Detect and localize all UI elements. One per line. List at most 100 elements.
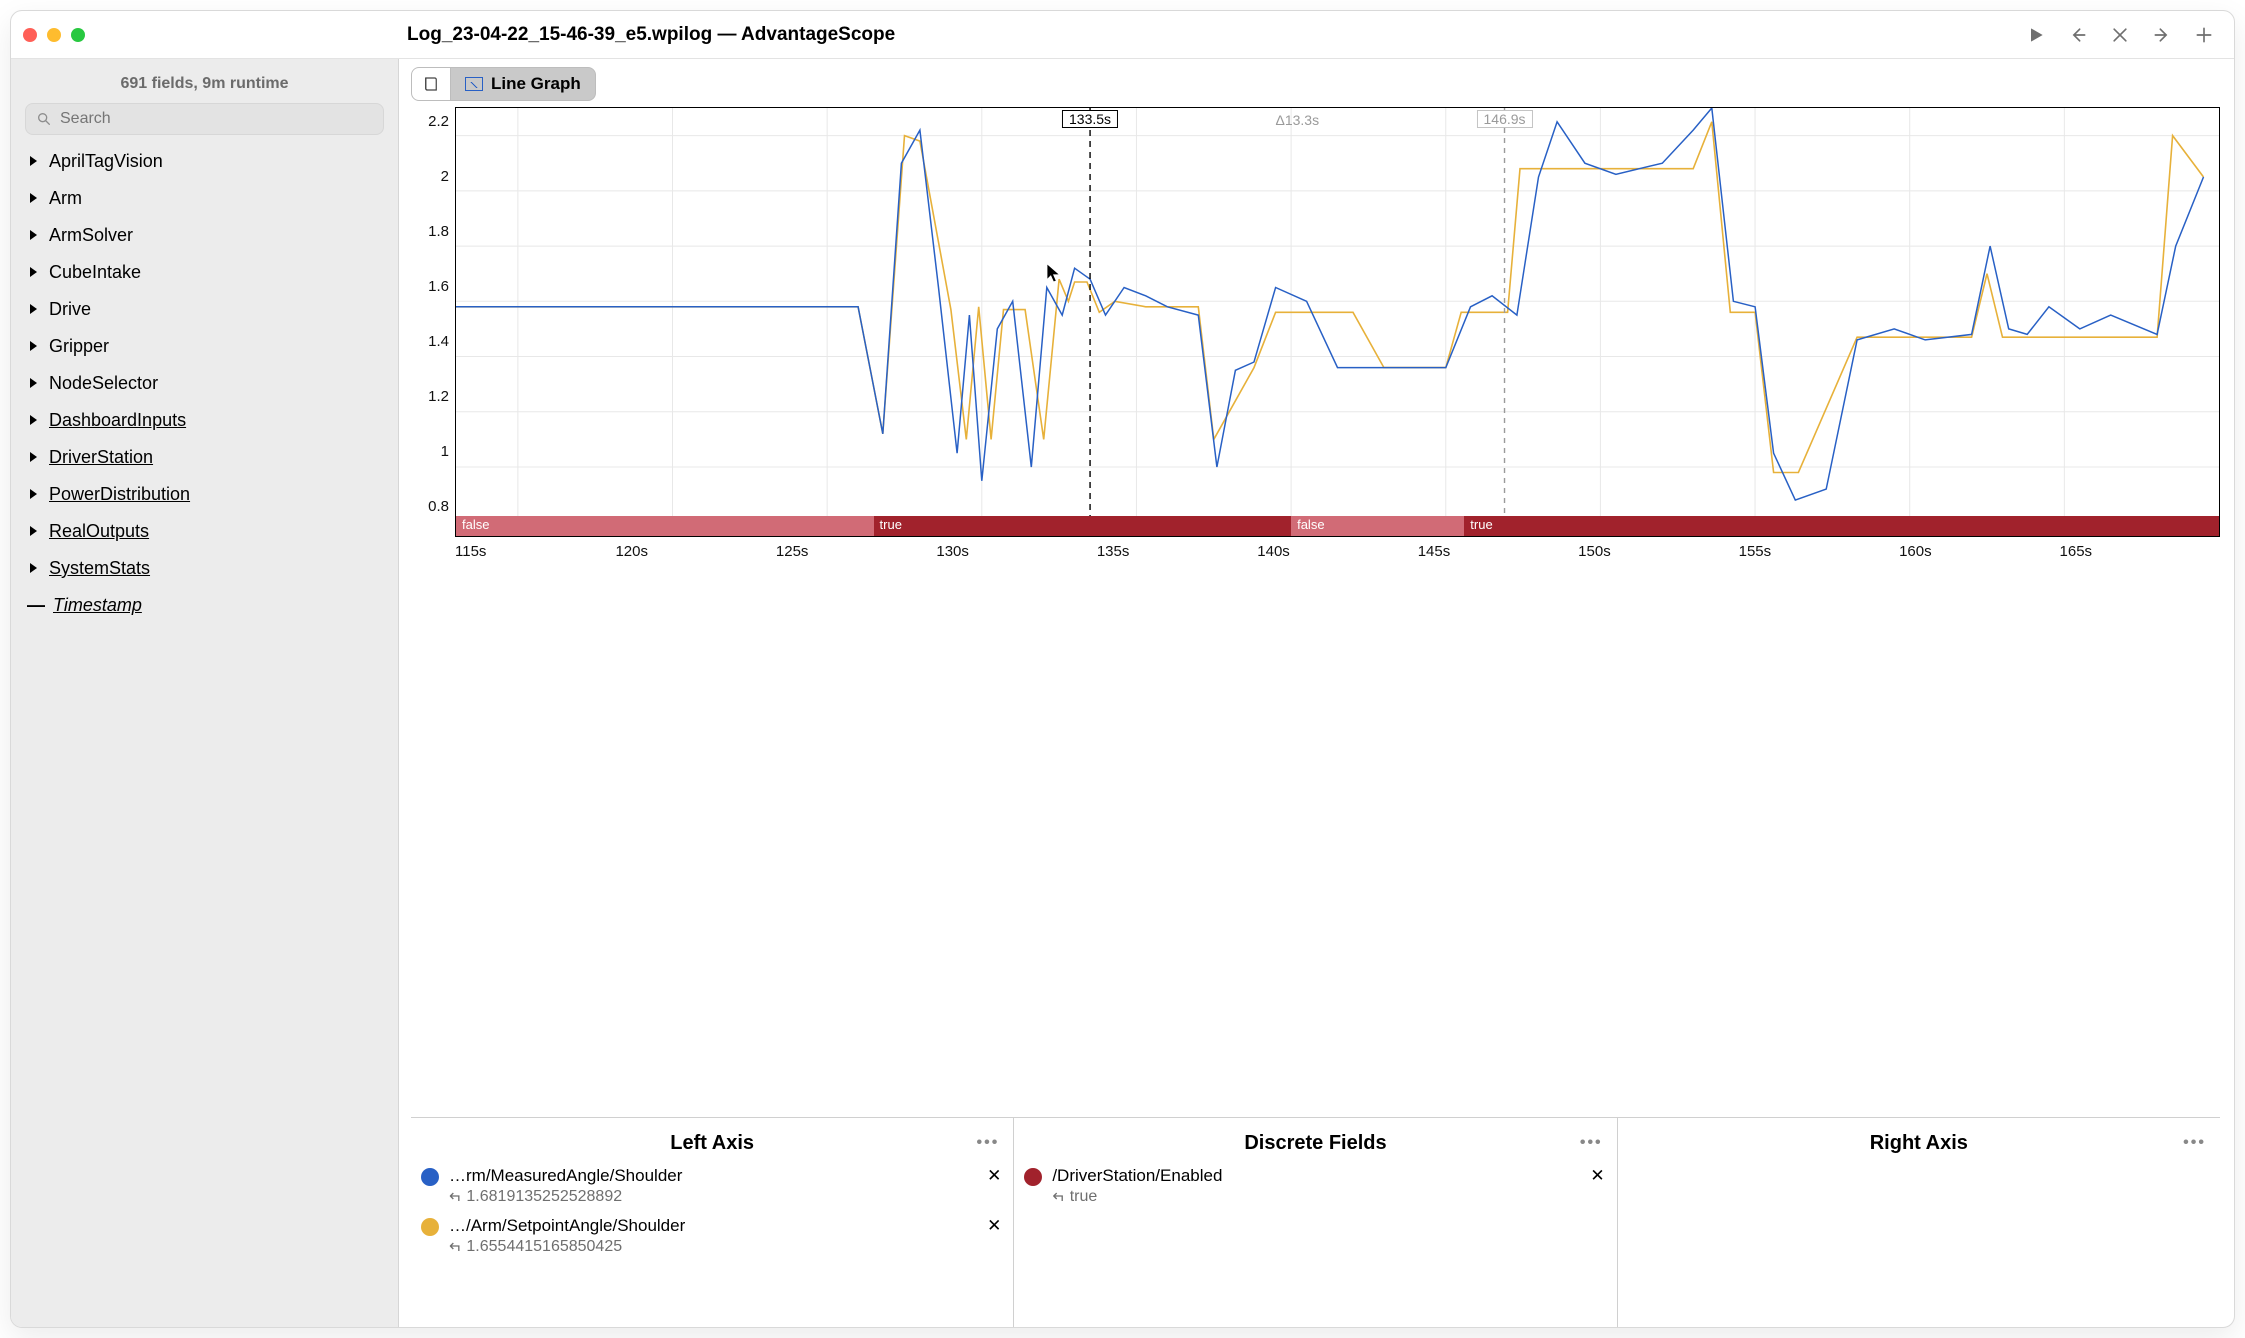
legend-name: …rm/MeasuredAngle/Shoulder bbox=[449, 1166, 975, 1186]
sidebar-item-drive[interactable]: Drive bbox=[25, 293, 384, 326]
sidebar-item-label: Gripper bbox=[49, 336, 109, 357]
sidebar-item-apriltagvision[interactable]: AprilTagVision bbox=[25, 145, 384, 178]
search-input[interactable] bbox=[60, 110, 373, 128]
discrete-segment: false bbox=[456, 516, 874, 536]
panel-discrete: Discrete Fields ••• /DriverStation/Enabl… bbox=[1014, 1118, 1617, 1327]
close-window-button[interactable] bbox=[23, 28, 37, 42]
x-tick: 120s bbox=[615, 543, 775, 560]
y-tick: 2.2 bbox=[428, 113, 449, 130]
x-tick: 155s bbox=[1739, 543, 1899, 560]
close-tab-button[interactable] bbox=[2110, 25, 2130, 45]
cursor-delta-label: Δ13.3s bbox=[1275, 112, 1319, 128]
cursor-secondary-label: 146.9s bbox=[1476, 110, 1532, 128]
caret-right-icon bbox=[27, 192, 39, 204]
x-tick: 150s bbox=[1578, 543, 1738, 560]
sidebar-item-label: Timestamp bbox=[53, 595, 142, 616]
legend-name: …/Arm/SetpointAngle/Shoulder bbox=[449, 1216, 975, 1236]
minimize-window-button[interactable] bbox=[47, 28, 61, 42]
y-tick: 1.8 bbox=[428, 223, 449, 240]
sidebar-item-timestamp[interactable]: —Timestamp bbox=[25, 589, 384, 622]
legend-item[interactable]: /DriverStation/Enabled↵true ✕ bbox=[1024, 1166, 1606, 1206]
legend-item[interactable]: …rm/MeasuredAngle/Shoulder↵1.68191352525… bbox=[421, 1166, 1003, 1206]
sidebar-item-nodeselector[interactable]: NodeSelector bbox=[25, 367, 384, 400]
sidebar: 691 fields, 9m runtime AprilTagVisionArm… bbox=[11, 59, 399, 1327]
chart: 2.221.81.61.41.210.8 133.5s Δ13.3s 146.9… bbox=[411, 107, 2220, 1103]
sidebar-item-label: NodeSelector bbox=[49, 373, 158, 394]
close-icon bbox=[2110, 25, 2130, 45]
panel-more-button[interactable]: ••• bbox=[1580, 1134, 1603, 1152]
plot-svg bbox=[456, 108, 2219, 536]
zoom-window-button[interactable] bbox=[71, 28, 85, 42]
sidebar-item-label: Drive bbox=[49, 299, 91, 320]
play-button[interactable] bbox=[2026, 25, 2046, 45]
search-field[interactable] bbox=[25, 103, 384, 135]
forward-button[interactable] bbox=[2152, 25, 2172, 45]
sidebar-item-gripper[interactable]: Gripper bbox=[25, 330, 384, 363]
y-tick: 2 bbox=[441, 168, 449, 185]
sidebar-item-cubeintake[interactable]: CubeIntake bbox=[25, 256, 384, 289]
y-tick: 1.6 bbox=[428, 278, 449, 295]
x-tick: 160s bbox=[1899, 543, 2059, 560]
add-tab-button[interactable] bbox=[2194, 25, 2214, 45]
sidebar-item-arm[interactable]: Arm bbox=[25, 182, 384, 215]
sidebar-item-driverstation[interactable]: DriverStation bbox=[25, 441, 384, 474]
sidebar-item-label: SystemStats bbox=[49, 558, 150, 579]
panel-left-axis: Left Axis ••• …rm/MeasuredAngle/Shoulder… bbox=[411, 1118, 1014, 1327]
panel-more-button[interactable]: ••• bbox=[2183, 1134, 2206, 1152]
panel-title: Left Axis bbox=[670, 1132, 754, 1155]
arrow-left-icon bbox=[2068, 25, 2088, 45]
legend-remove-button[interactable]: ✕ bbox=[985, 1166, 1003, 1186]
x-axis: 115s120s125s130s135s140s145s150s155s160s… bbox=[411, 537, 2220, 560]
x-tick: 115s bbox=[455, 543, 615, 560]
panel-title: Right Axis bbox=[1870, 1132, 1968, 1155]
caret-right-icon bbox=[27, 525, 39, 537]
back-button[interactable] bbox=[2068, 25, 2088, 45]
x-tick: 130s bbox=[936, 543, 1096, 560]
x-tick: 140s bbox=[1257, 543, 1417, 560]
x-tick: 165s bbox=[2060, 543, 2220, 560]
titlebar: Log_23-04-22_15-46-39_e5.wpilog — Advant… bbox=[11, 11, 2234, 59]
legend-panels: Left Axis ••• …rm/MeasuredAngle/Shoulder… bbox=[411, 1117, 2220, 1327]
x-tick: 125s bbox=[776, 543, 936, 560]
sidebar-item-label: DriverStation bbox=[49, 447, 153, 468]
sidebar-item-powerdistribution[interactable]: PowerDistribution bbox=[25, 478, 384, 511]
main-area: Line Graph 2.221.81.61.41.210.8 133.5s Δ… bbox=[399, 59, 2234, 1327]
app-window: Log_23-04-22_15-46-39_e5.wpilog — Advant… bbox=[10, 10, 2235, 1328]
caret-right-icon bbox=[27, 266, 39, 278]
plot-area[interactable]: 133.5s Δ13.3s 146.9s falsetruefalsetrue bbox=[455, 107, 2220, 537]
panel-more-button[interactable]: ••• bbox=[977, 1134, 1000, 1152]
legend-item[interactable]: …/Arm/SetpointAngle/Shoulder↵1.655441516… bbox=[421, 1216, 1003, 1256]
tab-bar: Line Graph bbox=[411, 67, 2220, 101]
caret-right-icon bbox=[27, 562, 39, 574]
panel-right-axis: Right Axis ••• bbox=[1618, 1118, 2220, 1327]
caret-right-icon bbox=[27, 155, 39, 167]
sidebar-item-realoutputs[interactable]: RealOutputs bbox=[25, 515, 384, 548]
legend-remove-button[interactable]: ✕ bbox=[985, 1216, 1003, 1236]
field-tree: AprilTagVision Arm ArmSolver CubeIntake Driv… bbox=[25, 135, 384, 632]
caret-right-icon bbox=[27, 451, 39, 463]
caret-right-icon bbox=[27, 414, 39, 426]
tab-line-graph[interactable]: Line Graph bbox=[451, 67, 596, 101]
sidebar-item-armsolver[interactable]: ArmSolver bbox=[25, 219, 384, 252]
y-tick: 1.2 bbox=[428, 388, 449, 405]
caret-right-icon bbox=[27, 488, 39, 500]
sidebar-item-dashboardinputs[interactable]: DashboardInputs bbox=[25, 404, 384, 437]
y-axis: 2.221.81.61.41.210.8 bbox=[411, 107, 455, 537]
caret-right-icon bbox=[27, 377, 39, 389]
legend-value: ↵true bbox=[1052, 1186, 1578, 1206]
y-tick: 1.4 bbox=[428, 333, 449, 350]
y-tick: 1 bbox=[441, 443, 449, 460]
sidebar-item-systemstats[interactable]: SystemStats bbox=[25, 552, 384, 585]
legend-name: /DriverStation/Enabled bbox=[1052, 1166, 1578, 1186]
caret-right-icon bbox=[27, 340, 39, 352]
book-icon bbox=[422, 75, 440, 93]
plus-icon bbox=[2194, 25, 2214, 45]
legend-color-dot bbox=[1024, 1168, 1042, 1186]
sidebar-item-label: PowerDistribution bbox=[49, 484, 190, 505]
search-icon bbox=[36, 111, 52, 127]
line-graph-icon bbox=[465, 77, 483, 91]
sidebar-item-label: Arm bbox=[49, 188, 82, 209]
tab-docs[interactable] bbox=[411, 67, 451, 101]
window-title: Log_23-04-22_15-46-39_e5.wpilog — Advant… bbox=[107, 24, 2026, 46]
legend-remove-button[interactable]: ✕ bbox=[1588, 1166, 1606, 1186]
